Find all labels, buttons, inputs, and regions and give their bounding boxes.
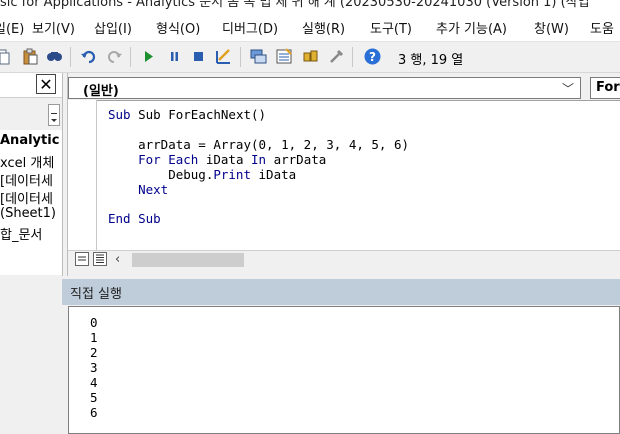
find-icon[interactable] [46, 48, 63, 65]
copy-icon[interactable] [0, 48, 11, 65]
procedure-dropdown-value: For [596, 80, 620, 95]
menu-window[interactable]: 창(W) [534, 18, 569, 37]
full-module-view-icon [96, 254, 104, 263]
chevron-down-icon [51, 113, 57, 122]
standard-toolbar: ? 3 행, 19 열 [0, 42, 620, 73]
tree-item-project[interactable]: Analytic [0, 133, 59, 148]
menu-help[interactable]: 도움 [590, 18, 614, 37]
object-browser-icon[interactable] [302, 48, 319, 65]
menu-debug[interactable]: 디버그(D) [222, 18, 278, 37]
toolbar-separator [70, 47, 71, 67]
code-line: Debug.Print iData [108, 167, 297, 182]
svg-text:?: ? [369, 50, 376, 64]
properties-icon[interactable] [276, 48, 293, 65]
run-icon[interactable] [140, 48, 157, 65]
menu-bar: 일(E) 보기(V) 삽입(I) 형식(O) 디버그(D) 실행(R) 도구(T… [0, 12, 620, 42]
code-line: Sub Sub ForEachNext() [108, 107, 267, 122]
immediate-window-titlebar[interactable]: 직접 실행 [62, 279, 620, 305]
menu-addins[interactable]: 추가 기능(A) [436, 18, 507, 37]
tree-item-sheet[interactable]: [데이터세 [0, 170, 53, 189]
menu-insert[interactable]: 삽입(I) [94, 18, 132, 37]
reset-icon[interactable] [190, 48, 207, 65]
menu-tools[interactable]: 도구(T) [370, 18, 412, 37]
chevron-down-icon: ﹀ [561, 82, 574, 96]
output-line: 4 [90, 375, 98, 390]
scrollbar-thumb[interactable] [132, 253, 244, 267]
tree-item-sheet[interactable]: (Sheet1) [0, 206, 56, 221]
tree-item-excel-objects[interactable]: xcel 개체 [0, 152, 54, 171]
project-tree: Analytic xcel 개체 [데이터세 [데이터세 (Sheet1) 합_… [0, 130, 62, 275]
output-line: 2 [90, 345, 98, 360]
code-margin-indicator-bar[interactable] [68, 100, 97, 250]
paste-icon[interactable] [22, 48, 39, 65]
toolbox-icon[interactable] [328, 48, 345, 65]
immediate-window-title: 직접 실행 [70, 287, 122, 302]
output-line: 5 [90, 390, 98, 405]
code-line: For Each iData In arrData [138, 152, 327, 167]
procedure-view-button[interactable] [75, 252, 89, 266]
procedure-view-icon [78, 256, 86, 261]
design-mode-icon[interactable] [215, 48, 232, 65]
output-line: 6 [90, 405, 98, 420]
procedure-dropdown[interactable]: For [590, 77, 620, 99]
project-explorer-icon[interactable] [250, 48, 267, 65]
tree-item-workbook[interactable]: 합_문서 [0, 224, 42, 243]
scroll-left-icon[interactable]: ‹ [115, 252, 120, 267]
window-title: sic for Applications - Analytics 문서 몸 독 … [0, 0, 590, 10]
redo-icon[interactable] [106, 48, 123, 65]
immediate-output[interactable] [68, 306, 620, 434]
close-icon[interactable]: ✕ [36, 74, 56, 94]
output-line: 3 [90, 360, 98, 375]
object-dropdown[interactable]: (일반) ﹀ [68, 77, 581, 99]
toolbar-separator [130, 47, 131, 67]
toggle-folders-button[interactable] [48, 104, 60, 126]
object-dropdown-value: (일반) [83, 84, 119, 99]
toolbar-separator [240, 47, 241, 67]
tree-item-sheet[interactable]: [데이터세 [0, 188, 53, 207]
output-line: 0 [90, 315, 98, 330]
title-bar: sic for Applications - Analytics 문서 몸 독 … [0, 0, 620, 12]
code-line: arrData = Array(0, 1, 2, 3, 4, 5, 6) [108, 137, 410, 152]
code-line: End Sub [108, 211, 161, 226]
cursor-position: 3 행, 19 열 [398, 53, 464, 68]
code-line: Next [138, 182, 169, 197]
output-line: 1 [90, 330, 98, 345]
menu-format[interactable]: 형식(O) [156, 18, 200, 37]
undo-icon[interactable] [80, 48, 97, 65]
full-module-view-button[interactable] [93, 252, 107, 266]
toolbar-separator [352, 47, 353, 67]
help-icon[interactable]: ? [364, 48, 381, 65]
menu-edit[interactable]: 일(E) [0, 18, 24, 37]
menu-view[interactable]: 보기(V) [32, 18, 75, 37]
pause-icon[interactable] [166, 48, 183, 65]
menu-run[interactable]: 실행(R) [302, 18, 345, 37]
